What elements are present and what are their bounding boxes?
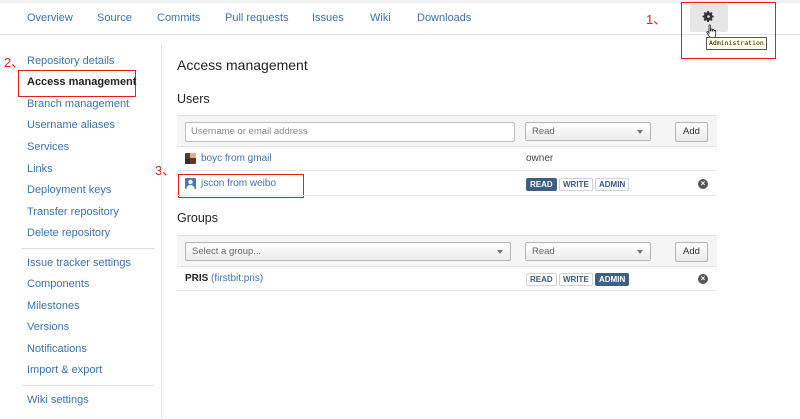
sidebar-item-import-export[interactable]: Import & export	[27, 364, 102, 376]
sidebar-item-transfer-repository[interactable]: Transfer repository	[27, 206, 119, 218]
owner-label: owner	[526, 153, 554, 164]
users-add-panel: Username or email address Read Add	[177, 115, 717, 147]
highlight-box-admin	[681, 2, 776, 59]
tab-pull-requests[interactable]: Pull requests	[225, 12, 289, 24]
tab-commits[interactable]: Commits	[157, 12, 200, 24]
add-user-button[interactable]: Add	[675, 122, 708, 142]
perm-admin-badge[interactable]: ADMIN	[595, 178, 630, 191]
select-value: Read	[532, 246, 555, 257]
select-value: Read	[532, 126, 555, 137]
perm-read-badge[interactable]: READ	[526, 273, 557, 286]
sidebar-item-delete-repository[interactable]: Delete repository	[27, 227, 110, 239]
page-title: Access management	[177, 57, 308, 73]
tab-issues[interactable]: Issues	[312, 12, 344, 24]
sidebar-item-wiki-settings[interactable]: Wiki settings	[27, 394, 89, 406]
row-divider	[177, 290, 717, 291]
tab-wiki[interactable]: Wiki	[370, 12, 391, 24]
group-slug-link[interactable]: (firstbit:pris)	[211, 273, 263, 284]
sidebar-divider	[22, 248, 154, 249]
sidebar-item-repository-details[interactable]: Repository details	[27, 55, 114, 67]
group-name: PRIS	[185, 273, 209, 284]
sidebar-item-services[interactable]: Services	[27, 141, 69, 153]
user-name-link[interactable]: boyc from gmail	[201, 153, 272, 164]
select-value: Select a group...	[192, 246, 262, 257]
perm-write-badge[interactable]: WRITE	[559, 273, 593, 286]
avatar	[185, 153, 196, 164]
perm-admin-badge[interactable]: ADMIN	[595, 273, 630, 286]
add-group-button[interactable]: Add	[675, 242, 708, 262]
row-divider	[177, 170, 717, 171]
remove-icon[interactable]: ×	[698, 274, 708, 284]
remove-icon[interactable]: ×	[698, 179, 708, 189]
group-select[interactable]: Select a group...	[185, 242, 511, 261]
tab-downloads[interactable]: Downloads	[417, 12, 471, 24]
chevron-down-icon	[497, 250, 503, 254]
sidebar-item-versions[interactable]: Versions	[27, 321, 69, 333]
groups-add-panel: Select a group... Read Add	[177, 235, 717, 267]
row-divider	[177, 195, 717, 196]
annotation-2: 2、	[4, 55, 25, 70]
users-heading: Users	[177, 92, 210, 106]
top-nav: Overview Source Commits Pull requests Is…	[0, 0, 800, 35]
sidebar-item-components[interactable]: Components	[27, 278, 89, 290]
sidebar-item-milestones[interactable]: Milestones	[27, 300, 80, 312]
annotation-1: 1、	[646, 12, 667, 27]
groups-permission-select[interactable]: Read	[525, 242, 651, 261]
tab-overview[interactable]: Overview	[27, 12, 73, 24]
sidebar-divider	[22, 385, 154, 386]
perm-read-badge[interactable]: READ	[526, 178, 557, 191]
username-input[interactable]: Username or email address	[185, 122, 515, 142]
sidebar-item-access-management[interactable]: Access management	[27, 76, 136, 88]
top-edge	[0, 0, 800, 3]
groups-heading: Groups	[177, 211, 218, 225]
sidebar-item-links[interactable]: Links	[27, 163, 53, 175]
user-name-link[interactable]: jscon from weibo	[201, 178, 276, 189]
sidebar-item-issue-tracker-settings[interactable]: Issue tracker settings	[27, 257, 131, 269]
annotation-3: 3、	[155, 163, 176, 178]
sidebar-item-branch-management[interactable]: Branch management	[27, 98, 129, 110]
perm-write-badge[interactable]: WRITE	[559, 178, 593, 191]
tab-source[interactable]: Source	[97, 12, 132, 24]
chevron-down-icon	[637, 250, 643, 254]
sidebar-border	[161, 44, 162, 419]
sidebar-item-notifications[interactable]: Notifications	[27, 343, 87, 355]
default-avatar-icon	[185, 178, 196, 189]
chevron-down-icon	[637, 130, 643, 134]
sidebar-item-deployment-keys[interactable]: Deployment keys	[27, 184, 111, 196]
users-permission-select[interactable]: Read	[525, 122, 651, 141]
sidebar-item-username-aliases[interactable]: Username aliases	[27, 119, 115, 131]
